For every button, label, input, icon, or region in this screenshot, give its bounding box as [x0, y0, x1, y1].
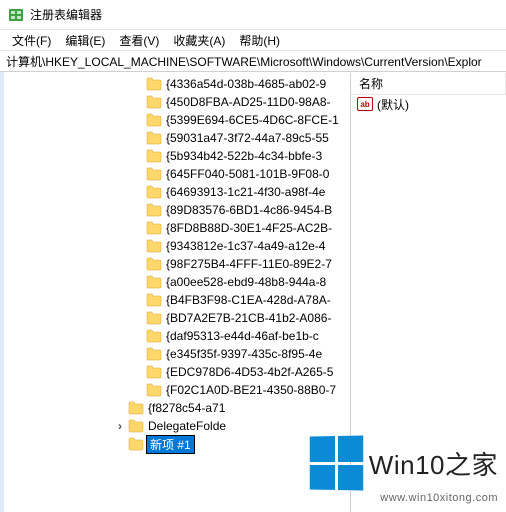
tree-item[interactable]: {450D8FBA-AD25-11D0-98A8- [132, 93, 350, 111]
folder-icon [128, 401, 144, 415]
folder-icon [146, 365, 162, 379]
tree-item-label: {64693913-1c21-4f30-a98f-4e [164, 185, 327, 199]
folder-icon [146, 113, 162, 127]
tree-item-label: DelegateFolde [146, 419, 228, 433]
tree-item-label: {9343812e-1c37-4a49-a12e-4 [164, 239, 327, 253]
menu-file[interactable]: 文件(F) [6, 31, 57, 50]
tree-item-label: {4336a54d-038b-4685-ab02-9 [164, 77, 328, 91]
tree-item[interactable]: {B4FB3F98-C1EA-428d-A78A- [132, 291, 350, 309]
tree-item[interactable]: {e345f35f-9397-435c-8f95-4e [132, 345, 350, 363]
address-text: 计算机\HKEY_LOCAL_MACHINE\SOFTWARE\Microsof… [6, 53, 482, 70]
value-name: (默认) [377, 96, 409, 113]
tree-item-label: {89D83576-6BD1-4c86-9454-B [164, 203, 334, 217]
tree-item[interactable]: {EDC978D6-4D53-4b2f-A265-5 [132, 363, 350, 381]
folder-icon [146, 293, 162, 307]
tree-item[interactable]: {a00ee528-ebd9-48b8-944a-8 [132, 273, 350, 291]
tree-item[interactable]: {f8278c54-a71 [114, 399, 350, 417]
folder-icon [128, 437, 144, 451]
menu-help[interactable]: 帮助(H) [233, 31, 286, 50]
tree-item-label: {f8278c54-a71 [146, 401, 227, 415]
folder-icon [146, 203, 162, 217]
tree-item[interactable]: › DelegateFolde [114, 417, 350, 435]
tree-item[interactable]: {BD7A2E7B-21CB-41b2-A086- [132, 309, 350, 327]
tree-item-label: {EDC978D6-4D53-4b2f-A265-5 [164, 365, 335, 379]
folder-icon [146, 131, 162, 145]
tree-item-label: {450D8FBA-AD25-11D0-98A8- [164, 95, 333, 109]
watermark: Win10之家 www.win10xitong.com [309, 436, 498, 504]
tree-item[interactable]: {4336a54d-038b-4685-ab02-9 [132, 75, 350, 93]
tree-item-label: {98F275B4-4FFF-11E0-89E2-7 [164, 257, 334, 271]
titlebar: 注册表编辑器 [0, 0, 506, 30]
tree-item[interactable]: {daf95313-e44d-46af-be1b-c [132, 327, 350, 345]
tree-item-label: {F02C1A0D-BE21-4350-88B0-7 [164, 383, 338, 397]
addressbar[interactable]: 计算机\HKEY_LOCAL_MACHINE\SOFTWARE\Microsof… [0, 50, 506, 72]
tree-item[interactable]: {5399E694-6CE5-4D6C-8FCE-1 [132, 111, 350, 129]
tree-item-label: {e345f35f-9397-435c-8f95-4e [164, 347, 324, 361]
tree-item-label: 新项 #1 [146, 435, 195, 454]
tree-item[interactable]: {59031a47-3f72-44a7-89c5-55 [132, 129, 350, 147]
tree-pane[interactable]: {4336a54d-038b-4685-ab02-9 {450D8FBA-AD25… [0, 73, 350, 512]
col-name[interactable]: 名称 [351, 73, 506, 94]
tree-item-label: {daf95313-e44d-46af-be1b-c [164, 329, 321, 343]
tree-item[interactable]: {98F275B4-4FFF-11E0-89E2-7 [132, 255, 350, 273]
list-row-default[interactable]: ab (默认) [351, 95, 506, 113]
tree-item-label: {B4FB3F98-C1EA-428d-A78A- [164, 293, 333, 307]
list-header: 名称 [351, 73, 506, 95]
string-value-icon: ab [357, 97, 373, 111]
folder-icon [146, 77, 162, 91]
tree-item[interactable]: {9343812e-1c37-4a49-a12e-4 [132, 237, 350, 255]
menu-edit[interactable]: 编辑(E) [59, 31, 111, 50]
folder-icon [146, 383, 162, 397]
tree-item[interactable]: {8FD8B88D-30E1-4F25-AC2B- [132, 219, 350, 237]
menu-favorites[interactable]: 收藏夹(A) [167, 31, 231, 50]
folder-icon [146, 185, 162, 199]
chevron-right-icon[interactable]: › [114, 420, 126, 432]
tree-item-label: {5399E694-6CE5-4D6C-8FCE-1 [164, 113, 341, 127]
tree-item-label: {8FD8B88D-30E1-4F25-AC2B- [164, 221, 334, 235]
tree-item[interactable]: {645FF040-5081-101B-9F08-0 [132, 165, 350, 183]
tree-item-label: {a00ee528-ebd9-48b8-944a-8 [164, 275, 328, 289]
tree-item-label: {5b934b42-522b-4c34-bbfe-3 [164, 149, 324, 163]
folder-icon [146, 311, 162, 325]
tree-item-label: {BD7A2E7B-21CB-41b2-A086- [164, 311, 333, 325]
folder-icon [128, 419, 144, 433]
folder-icon [146, 329, 162, 343]
window-title: 注册表编辑器 [30, 6, 102, 23]
tree-item[interactable]: {F02C1A0D-BE21-4350-88B0-7 [132, 381, 350, 399]
tree-item[interactable]: {64693913-1c21-4f30-a98f-4e [132, 183, 350, 201]
folder-icon [146, 275, 162, 289]
folder-icon [146, 167, 162, 181]
folder-icon [146, 239, 162, 253]
tree-item[interactable]: {89D83576-6BD1-4c86-9454-B [132, 201, 350, 219]
regedit-icon [8, 7, 24, 23]
folder-icon [146, 149, 162, 163]
watermark-text: Win10之家 [369, 445, 498, 482]
folder-icon [146, 221, 162, 235]
tree-item-label: {59031a47-3f72-44a7-89c5-55 [164, 131, 331, 145]
tree-item-label: {645FF040-5081-101B-9F08-0 [164, 167, 331, 181]
windows-logo-icon [310, 435, 363, 490]
menubar: 文件(F) 编辑(E) 查看(V) 收藏夹(A) 帮助(H) [0, 30, 506, 50]
menu-view[interactable]: 查看(V) [113, 31, 165, 50]
folder-icon [146, 257, 162, 271]
tree-item[interactable]: {5b934b42-522b-4c34-bbfe-3 [132, 147, 350, 165]
watermark-url: www.win10xitong.com [380, 492, 498, 504]
folder-icon [146, 347, 162, 361]
folder-icon [146, 95, 162, 109]
